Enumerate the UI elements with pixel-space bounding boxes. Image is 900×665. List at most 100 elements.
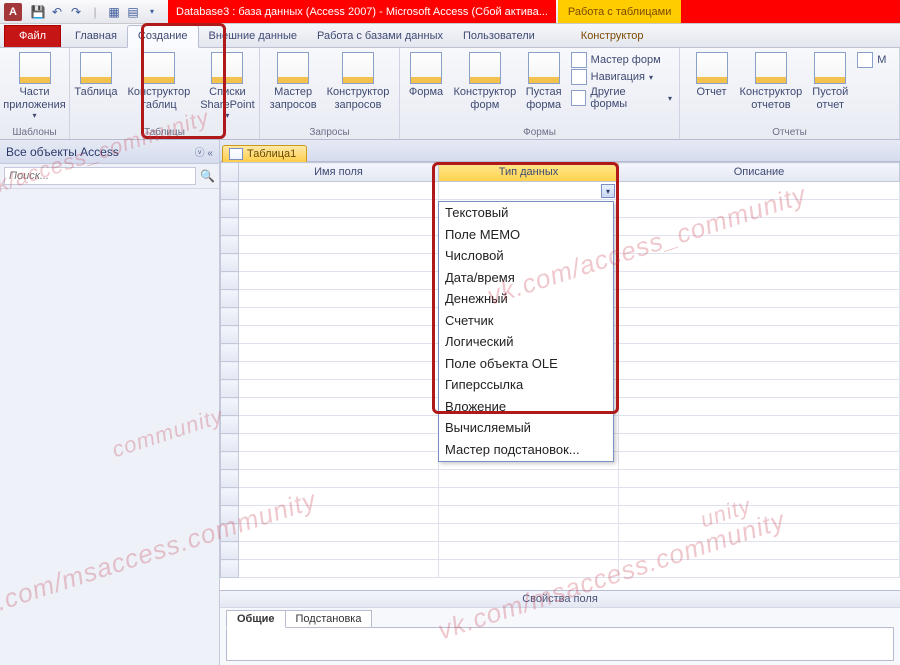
cell-field-name[interactable] <box>239 470 439 488</box>
qat-extra2-icon[interactable]: ▤ <box>125 4 141 20</box>
col-data-type[interactable]: Тип данных <box>439 163 619 182</box>
cell-description[interactable] <box>619 326 900 344</box>
cell-description[interactable] <box>619 344 900 362</box>
cell-description[interactable] <box>619 416 900 434</box>
cell-description[interactable] <box>619 542 900 560</box>
row-header[interactable] <box>221 524 239 542</box>
row-header[interactable] <box>221 236 239 254</box>
row-header[interactable] <box>221 488 239 506</box>
cell-field-name[interactable] <box>239 326 439 344</box>
cell-description[interactable] <box>619 200 900 218</box>
redo-icon[interactable]: ↷ <box>68 4 84 20</box>
form-design-button[interactable]: Конструктор форм <box>450 50 520 113</box>
save-icon[interactable]: 💾 <box>30 4 46 20</box>
cell-description[interactable] <box>619 182 900 200</box>
row-header[interactable] <box>221 542 239 560</box>
tab-general[interactable]: Общие <box>226 610 286 628</box>
cell-description[interactable] <box>619 524 900 542</box>
data-type-dropdown-arrow[interactable]: ▾ <box>601 184 615 198</box>
query-wizard-button[interactable]: Мастер запросов <box>266 50 321 113</box>
cell-description[interactable] <box>619 560 900 578</box>
cell-description[interactable] <box>619 254 900 272</box>
cell-field-name[interactable] <box>239 506 439 524</box>
tab-design[interactable]: Конструктор <box>571 26 654 47</box>
cell-field-name[interactable] <box>239 290 439 308</box>
cell-description[interactable] <box>619 290 900 308</box>
cell-description[interactable] <box>619 398 900 416</box>
nav-header[interactable]: Все объекты Access ⓥ « <box>0 140 219 164</box>
navigation-button[interactable]: Навигация ▾ <box>571 69 672 85</box>
cell-field-name[interactable] <box>239 182 439 200</box>
col-description[interactable]: Описание <box>619 163 900 182</box>
cell-data-type[interactable] <box>439 470 619 488</box>
data-type-option[interactable]: Поле объекта OLE <box>439 353 613 375</box>
search-icon[interactable]: 🔍 <box>200 169 215 183</box>
form-wizard-button[interactable]: Мастер форм <box>571 52 672 68</box>
document-tab-table1[interactable]: Таблица1 <box>222 145 307 162</box>
form-button[interactable]: Форма <box>404 50 448 101</box>
row-header[interactable] <box>221 434 239 452</box>
row-header[interactable] <box>221 182 239 200</box>
row-header[interactable] <box>221 200 239 218</box>
cell-data-type[interactable] <box>439 182 619 200</box>
col-field-name[interactable]: Имя поля <box>239 163 439 182</box>
row-header[interactable] <box>221 560 239 578</box>
cell-field-name[interactable] <box>239 452 439 470</box>
nav-dropdown-icon[interactable]: ⓥ « <box>195 144 213 159</box>
cell-data-type[interactable] <box>439 488 619 506</box>
cell-field-name[interactable] <box>239 524 439 542</box>
data-type-option[interactable]: Мастер подстановок... <box>439 439 613 461</box>
report-wizard-partial[interactable]: М <box>857 52 886 68</box>
cell-field-name[interactable] <box>239 236 439 254</box>
row-header[interactable] <box>221 272 239 290</box>
row-header[interactable] <box>221 380 239 398</box>
qat-dropdown-icon[interactable]: ▾ <box>144 4 160 20</box>
cell-field-name[interactable] <box>239 200 439 218</box>
app-parts-button[interactable]: Части приложения ▾ <box>0 50 70 122</box>
cell-description[interactable] <box>619 434 900 452</box>
cell-description[interactable] <box>619 218 900 236</box>
file-tab[interactable]: Файл <box>4 25 61 47</box>
row-header[interactable] <box>221 344 239 362</box>
cell-data-type[interactable] <box>439 506 619 524</box>
row-header[interactable] <box>221 506 239 524</box>
more-forms-button[interactable]: Другие формы ▾ <box>571 86 672 110</box>
cell-field-name[interactable] <box>239 560 439 578</box>
blank-form-button[interactable]: Пустая форма <box>522 50 566 113</box>
cell-description[interactable] <box>619 308 900 326</box>
sharepoint-lists-button[interactable]: Списки SharePoint ▾ <box>196 50 258 122</box>
cell-description[interactable] <box>619 488 900 506</box>
data-type-option[interactable]: Дата/время <box>439 267 613 289</box>
table-button[interactable]: Таблица <box>70 50 121 101</box>
row-header[interactable] <box>221 254 239 272</box>
data-type-option[interactable]: Гиперссылка <box>439 374 613 396</box>
undo-icon[interactable]: ↶ <box>49 4 65 20</box>
data-type-option[interactable]: Текстовый <box>439 202 613 224</box>
tab-external-data[interactable]: Внешние данные <box>199 26 307 47</box>
data-type-option[interactable]: Вычисляемый <box>439 417 613 439</box>
blank-report-button[interactable]: Пустой отчет <box>808 50 852 113</box>
data-type-option[interactable]: Логический <box>439 331 613 353</box>
cell-description[interactable] <box>619 362 900 380</box>
cell-field-name[interactable] <box>239 308 439 326</box>
row-header[interactable] <box>221 326 239 344</box>
cell-description[interactable] <box>619 506 900 524</box>
row-header[interactable] <box>221 452 239 470</box>
query-design-button[interactable]: Конструктор запросов <box>323 50 394 113</box>
tab-home[interactable]: Главная <box>65 26 127 47</box>
cell-field-name[interactable] <box>239 218 439 236</box>
cell-description[interactable] <box>619 272 900 290</box>
data-type-option[interactable]: Вложение <box>439 396 613 418</box>
cell-description[interactable] <box>619 236 900 254</box>
tab-lookup[interactable]: Подстановка <box>285 610 373 628</box>
row-header[interactable] <box>221 362 239 380</box>
cell-field-name[interactable] <box>239 416 439 434</box>
qat-extra-icon[interactable]: ▦ <box>106 4 122 20</box>
data-type-option[interactable]: Денежный <box>439 288 613 310</box>
cell-data-type[interactable] <box>439 560 619 578</box>
cell-data-type[interactable] <box>439 524 619 542</box>
cell-field-name[interactable] <box>239 254 439 272</box>
cell-field-name[interactable] <box>239 362 439 380</box>
row-header[interactable] <box>221 416 239 434</box>
row-header[interactable] <box>221 290 239 308</box>
